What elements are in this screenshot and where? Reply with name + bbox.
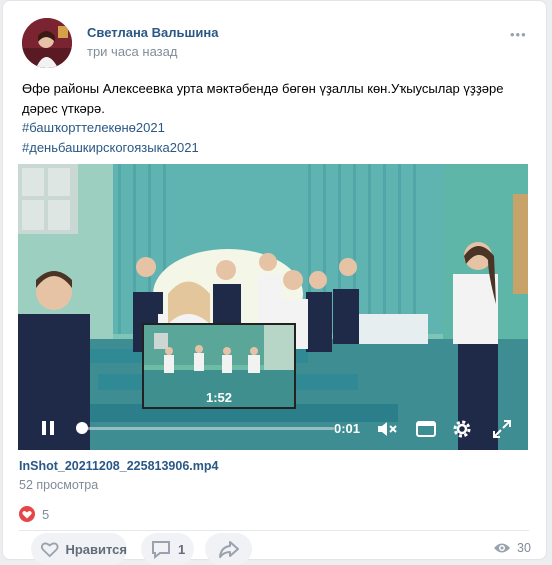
miniplayer-icon[interactable] xyxy=(414,417,438,441)
hashtag-link[interactable]: #деньбашкирскогоязыка2021 xyxy=(22,138,527,158)
video-file-name[interactable]: InShot_20211208_225813906.mp4 xyxy=(19,459,218,473)
video-player[interactable]: 1:52 0:01 xyxy=(18,164,528,450)
mute-icon[interactable] xyxy=(375,417,399,441)
post-text-line: дәрес үткәрә. xyxy=(22,100,105,116)
video-controls: 0:01 xyxy=(18,407,528,450)
like-label: Нравится xyxy=(65,541,127,557)
progress-bar[interactable] xyxy=(78,427,334,430)
share-button[interactable] xyxy=(205,533,252,565)
reaction-count: 5 xyxy=(42,507,50,522)
progress-knob[interactable] xyxy=(76,422,88,434)
author-avatar[interactable] xyxy=(22,18,72,68)
views-stat: 30 xyxy=(493,541,531,555)
hashtag-link[interactable]: #башҡорттелекөнө2021 xyxy=(22,118,527,138)
fullscreen-icon[interactable] xyxy=(490,417,514,441)
heart-outline-icon xyxy=(40,542,59,558)
post-text-line: Өфө районы Алексеевка урта мәктәбендә бө… xyxy=(22,81,504,96)
eye-icon xyxy=(494,543,510,553)
pause-icon[interactable] xyxy=(40,419,56,437)
share-icon xyxy=(219,541,239,558)
current-time: 0:01 xyxy=(334,421,361,436)
more-dots-icon[interactable]: ••• xyxy=(510,27,527,42)
author-name[interactable]: Светлана Вальшина xyxy=(87,25,218,40)
views-total: 30 xyxy=(517,541,531,555)
settings-gear-icon[interactable] xyxy=(450,417,474,441)
video-views: 52 просмотра xyxy=(19,478,99,492)
heart-icon xyxy=(19,506,35,522)
thumbnail-time: 1:52 xyxy=(205,390,233,405)
post-time[interactable]: три часа назад xyxy=(87,44,177,59)
comment-count: 1 xyxy=(178,541,186,557)
divider xyxy=(19,530,529,531)
like-button[interactable]: Нравится xyxy=(31,533,127,565)
post-text: Өфө районы Алексеевка урта мәктәбендә бө… xyxy=(22,79,527,157)
comment-icon xyxy=(152,541,170,560)
comment-button[interactable]: 1 xyxy=(141,533,194,565)
